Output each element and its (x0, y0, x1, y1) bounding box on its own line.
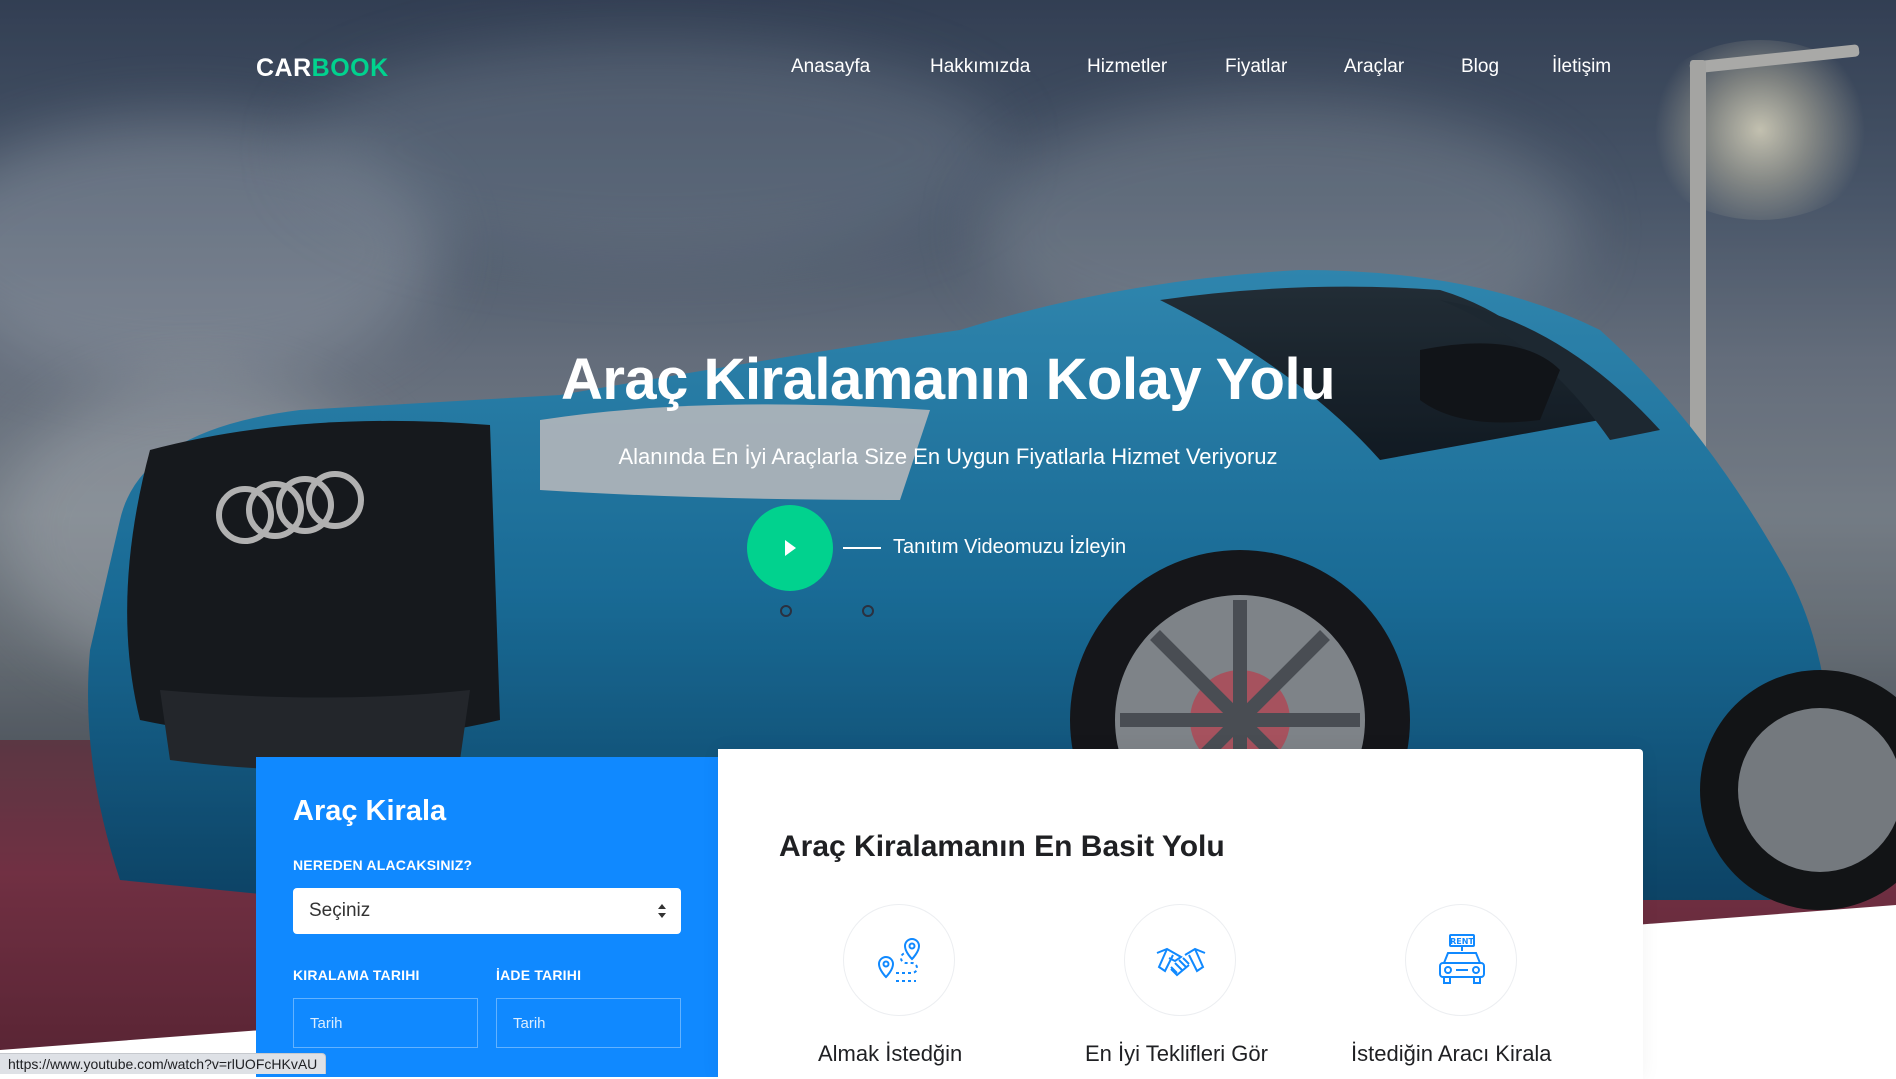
watch-video-link[interactable]: Tanıtım Videomuzu İzleyin (893, 536, 1126, 559)
main-nav: Anasayfa Hakkımızda Hizmetler Fiyatlar A… (0, 56, 1896, 86)
booking-title: Araç Kirala (293, 795, 447, 827)
pickup-select-value: Seçiniz (309, 900, 371, 921)
nav-item-services[interactable]: Hizmetler (1087, 56, 1167, 78)
return-date-placeholder: Tarih (513, 1015, 546, 1032)
return-date-label: İADE TARIHI (496, 967, 582, 983)
play-icon (785, 540, 796, 556)
route-map-icon (843, 904, 955, 1016)
nav-item-contact[interactable]: İletişim (1552, 56, 1611, 78)
pickup-label: NEREDEN ALACAKSINIZ? (293, 857, 473, 873)
handshake-icon (1124, 904, 1236, 1016)
hero-title: Araç Kiralamanın Kolay Yolu (560, 347, 1336, 412)
step-label: Almak İstedğin (818, 1041, 963, 1066)
status-bar-url: https://www.youtube.com/watch?v=rlUOFcHK… (0, 1053, 327, 1074)
nav-item-home[interactable]: Anasayfa (791, 56, 870, 78)
play-video-button[interactable] (747, 505, 833, 591)
video-link-dash (843, 547, 881, 549)
step-label: İstediğin Aracı Kirala (1351, 1041, 1552, 1066)
svg-text:RENT: RENT (1450, 937, 1474, 946)
nav-item-cars[interactable]: Araçlar (1344, 56, 1404, 78)
nav-item-blog[interactable]: Blog (1461, 56, 1499, 78)
return-date-input[interactable]: Tarih (496, 998, 681, 1048)
rent-date-input[interactable]: Tarih (293, 998, 478, 1048)
rent-car-icon: RENT (1405, 904, 1517, 1016)
how-it-works-panel: Araç Kiralamanın En Basit Yolu RENT Alma… (718, 749, 1643, 1079)
rent-date-placeholder: Tarih (310, 1015, 343, 1032)
booking-form: Araç Kirala NEREDEN ALACAKSINIZ? Seçiniz… (256, 757, 718, 1077)
select-arrows-icon (658, 904, 666, 918)
step-label: En İyi Teklifleri Gör (1085, 1041, 1268, 1066)
slider-dot[interactable] (780, 605, 792, 617)
rent-date-label: KIRALAMA TARIHI (293, 967, 420, 983)
pickup-select[interactable]: Seçiniz (293, 888, 681, 934)
how-it-works-title: Araç Kiralamanın En Basit Yolu (779, 830, 1225, 863)
hero-subtitle: Alanında En İyi Araçlarla Size En Uygun … (618, 444, 1278, 469)
slider-dot[interactable] (862, 605, 874, 617)
nav-item-pricing[interactable]: Fiyatlar (1225, 56, 1287, 78)
nav-item-about[interactable]: Hakkımızda (930, 56, 1030, 78)
